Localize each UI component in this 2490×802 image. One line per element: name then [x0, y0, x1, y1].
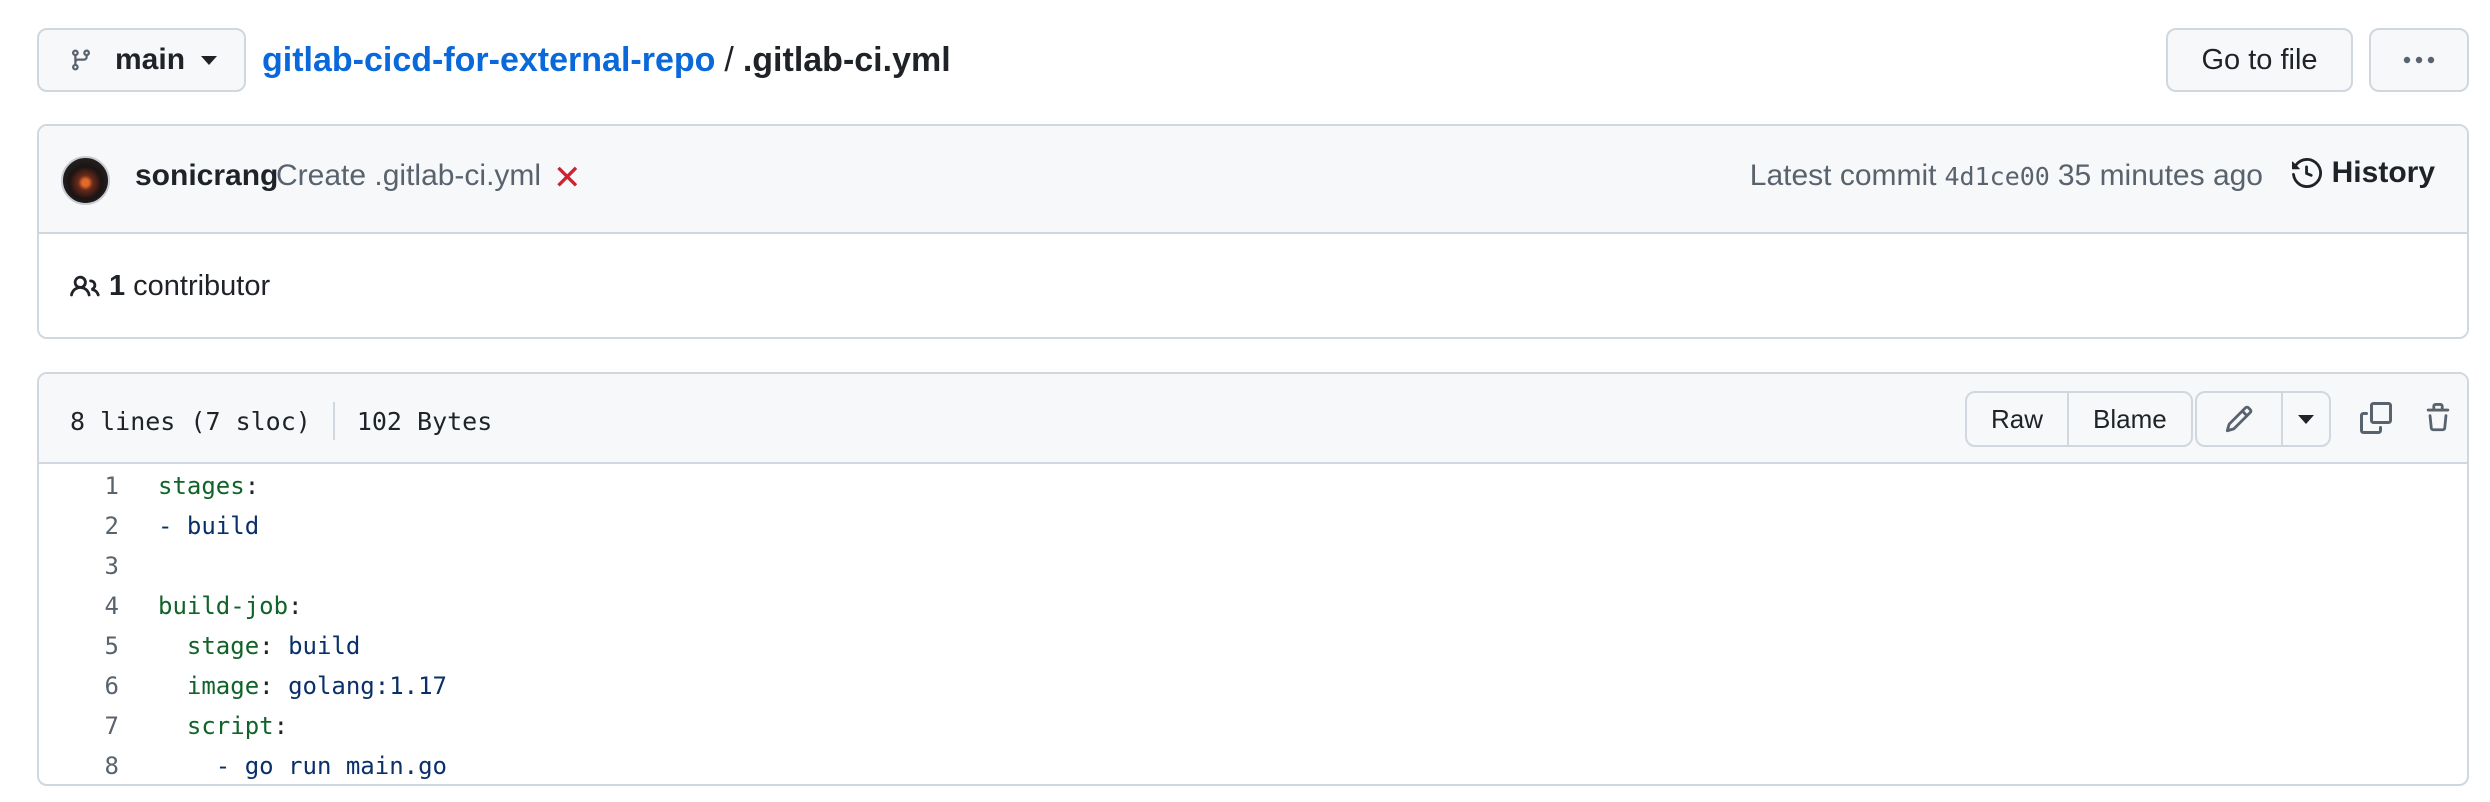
line-content: stage: build — [186, 632, 361, 660]
breadcrumb-separator: / — [724, 40, 734, 79]
history-label: History — [2331, 156, 2435, 189]
branch-name: main — [115, 43, 186, 76]
yaml-value: build — [288, 632, 361, 660]
latest-commit-label: Latest commit — [1749, 159, 1937, 192]
history-icon — [2291, 158, 2322, 188]
go-to-file-button[interactable]: Go to file — [2166, 28, 2353, 92]
raw-blame-group: Raw Blame — [1965, 391, 2193, 447]
delete-file-button[interactable] — [2413, 392, 2463, 444]
git-branch-icon — [71, 49, 90, 71]
code-listing: 1 stages: 2 - build 3 4 build-job: 5 stage:… — [39, 466, 2467, 784]
file-header: 8 lines (7 sloc) 102 Bytes Raw Blame — [39, 374, 2467, 464]
history-button[interactable]: History — [2291, 156, 2435, 190]
avatar[interactable] — [61, 156, 110, 205]
kebab-horizontal-icon — [2403, 56, 2435, 64]
latest-commit-info: Latest commit 4d1ce00 35 minutes ago — [1750, 159, 2263, 193]
line-number[interactable]: 2 — [39, 512, 119, 540]
blame-button[interactable]: Blame — [2067, 393, 2191, 445]
line-content: script: — [186, 712, 289, 740]
yaml-key: stages — [158, 472, 245, 500]
edit-button-group — [2195, 391, 2331, 447]
code-line: 4 build-job: — [39, 586, 2467, 626]
file-lines-info: 8 lines (7 sloc) — [70, 406, 311, 436]
line-number[interactable]: 1 — [39, 472, 119, 500]
edit-options-dropdown[interactable] — [2281, 393, 2329, 445]
x-icon[interactable]: ✕ — [553, 160, 582, 196]
line-content: stages: — [158, 472, 260, 500]
line-number[interactable]: 6 — [39, 672, 119, 700]
chevron-down-icon — [2298, 414, 2314, 424]
branch-selector-button[interactable]: main — [37, 28, 246, 92]
commit-header: sonicrang Create .gitlab-ci.yml ✕ Latest… — [39, 126, 2467, 234]
contributors-row[interactable]: 1 contributor — [39, 234, 2467, 337]
contributors-count: 1 — [109, 270, 126, 302]
yaml-key: script — [186, 712, 274, 740]
code-line: 3 — [39, 546, 2467, 586]
yaml-value: golang:1.17 — [288, 672, 448, 700]
line-content: - build — [119, 512, 259, 540]
latest-commit-box: sonicrang Create .gitlab-ci.yml ✕ Latest… — [37, 124, 2469, 339]
code-line: 1 stages: — [39, 466, 2467, 506]
raw-button[interactable]: Raw — [1967, 393, 2067, 445]
line-content: - go run main.go — [119, 752, 447, 780]
breadcrumb: gitlab-cicd-for-external-repo / .gitlab-… — [262, 38, 951, 82]
line-content: build-job: — [158, 592, 303, 620]
code-line: 2 - build — [39, 506, 2467, 546]
line-content: image: golang:1.17 — [186, 672, 448, 700]
code-line: 7 script: — [39, 706, 2467, 746]
file-size: 102 Bytes — [356, 406, 493, 436]
yaml-value: - go run main.go — [215, 752, 447, 780]
code-line: 5 stage: build — [39, 626, 2467, 666]
file-viewer: 8 lines (7 sloc) 102 Bytes Raw Blame 1 st… — [37, 372, 2469, 786]
copy-icon — [2360, 402, 2392, 434]
pencil-icon — [2225, 405, 2253, 433]
file-info: 8 lines (7 sloc) 102 Bytes — [70, 402, 492, 440]
chevron-down-icon — [201, 55, 218, 65]
people-icon — [70, 275, 100, 296]
breadcrumb-file-name: .gitlab-ci.yml — [742, 40, 951, 79]
breadcrumb-repo-link[interactable]: gitlab-cicd-for-external-repo — [262, 41, 715, 80]
line-number[interactable]: 3 — [39, 552, 119, 580]
edit-file-button[interactable] — [2197, 393, 2281, 445]
code-line: 8 - go run main.go — [39, 746, 2467, 784]
code-line: 6 image: golang:1.17 — [39, 666, 2467, 706]
divider — [332, 402, 335, 440]
commit-message-link[interactable]: Create .gitlab-ci.yml — [276, 159, 541, 193]
more-options-button[interactable] — [2369, 28, 2469, 92]
line-number[interactable]: 7 — [39, 712, 119, 740]
copy-raw-button[interactable] — [2351, 392, 2401, 444]
trash-icon — [2426, 403, 2450, 432]
commit-time: 35 minutes ago — [2057, 159, 2263, 192]
yaml-key: image — [186, 672, 260, 700]
yaml-value: - build — [158, 512, 260, 540]
line-number[interactable]: 8 — [39, 752, 119, 780]
line-number[interactable]: 5 — [39, 632, 119, 660]
yaml-key: stage — [186, 632, 260, 660]
contributors-label: contributor — [133, 270, 271, 302]
yaml-key: build-job — [158, 592, 289, 620]
commit-author-link[interactable]: sonicrang — [135, 159, 278, 193]
line-number[interactable]: 4 — [39, 592, 119, 620]
commit-sha-link[interactable]: 4d1ce00 — [1945, 162, 2050, 191]
